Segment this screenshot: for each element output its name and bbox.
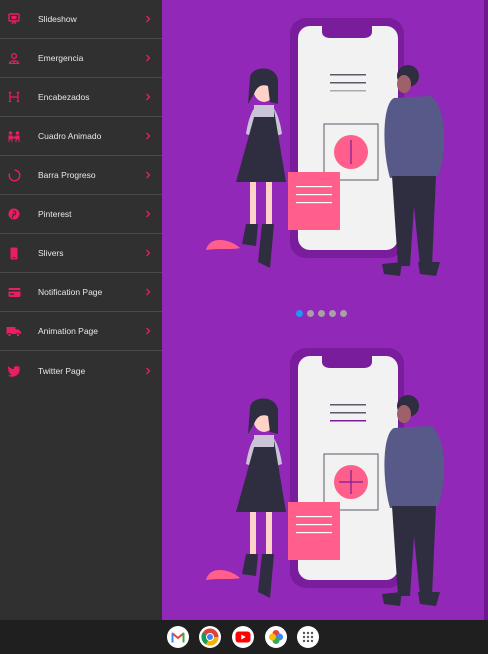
menu-item-slivers[interactable]: Slivers <box>0 234 162 273</box>
chevron-right-icon <box>146 327 151 335</box>
menu-item-twitter-page[interactable]: Twitter Page <box>0 351 162 390</box>
emergency-icon <box>6 50 22 66</box>
menu-item-pinterest[interactable]: Pinterest <box>0 195 162 234</box>
slideshow-icon <box>6 11 22 27</box>
slide-dot[interactable] <box>329 310 336 317</box>
menu-label: Pinterest <box>38 209 72 219</box>
chevron-right-icon <box>146 132 151 140</box>
chevron-right-icon <box>146 93 151 101</box>
navigation-drawer: Slideshow Emergencia Encabezados Cuadro … <box>0 0 162 620</box>
menu-label: Notification Page <box>38 287 103 297</box>
card-icon <box>6 284 22 300</box>
content-area <box>162 0 488 620</box>
chevron-right-icon <box>146 210 151 218</box>
slideshow-slide[interactable] <box>162 340 488 620</box>
taskbar <box>0 620 488 654</box>
chevron-right-icon <box>146 288 151 296</box>
menu-label: Encabezados <box>38 92 90 102</box>
people-icon <box>6 128 22 144</box>
chevron-right-icon <box>146 367 151 374</box>
menu-label: Emergencia <box>38 53 84 63</box>
photos-icon[interactable] <box>265 626 287 648</box>
menu-item-animation-page[interactable]: Animation Page <box>0 312 162 351</box>
slide-dot[interactable] <box>318 310 325 317</box>
app-screen: Slideshow Emergencia Encabezados Cuadro … <box>0 0 488 654</box>
menu-label: Animation Page <box>38 326 99 336</box>
heading-icon <box>6 89 22 105</box>
slide-dot[interactable] <box>340 310 347 317</box>
youtube-icon[interactable] <box>232 626 254 648</box>
menu-item-encabezados[interactable]: Encabezados <box>0 78 162 117</box>
menu-label: Cuadro Animado <box>38 131 102 141</box>
phone-icon <box>6 245 22 261</box>
menu-item-cuadro-animado[interactable]: Cuadro Animado <box>0 117 162 156</box>
chevron-right-icon <box>146 54 151 62</box>
slide-dot[interactable] <box>307 310 314 317</box>
launcher-icon[interactable] <box>297 626 319 648</box>
chevron-right-icon <box>146 249 151 257</box>
menu-label: Twitter Page <box>38 365 86 376</box>
slideshow-dots <box>296 310 347 317</box>
menu-item-slideshow[interactable]: Slideshow <box>0 0 162 39</box>
phone-people-illustration <box>206 18 445 276</box>
menu-label: Slideshow <box>38 14 77 24</box>
menu-item-barra-progreso[interactable]: Barra Progreso <box>0 156 162 195</box>
slideshow-slide[interactable] <box>162 10 488 310</box>
circle-progress-icon <box>6 167 22 183</box>
menu-label: Slivers <box>38 248 64 258</box>
truck-icon <box>6 323 22 339</box>
chevron-right-icon <box>146 171 151 179</box>
pinterest-icon <box>6 206 22 222</box>
chrome-icon[interactable] <box>199 626 221 648</box>
menu-item-emergencia[interactable]: Emergencia <box>0 39 162 78</box>
gmail-icon[interactable] <box>167 626 189 648</box>
menu-label: Barra Progreso <box>38 170 96 180</box>
phone-people-illustration <box>206 348 445 606</box>
twitter-icon <box>6 363 22 379</box>
chevron-right-icon <box>146 15 151 23</box>
slide-dot[interactable] <box>296 310 303 317</box>
menu-item-notification-page[interactable]: Notification Page <box>0 273 162 312</box>
